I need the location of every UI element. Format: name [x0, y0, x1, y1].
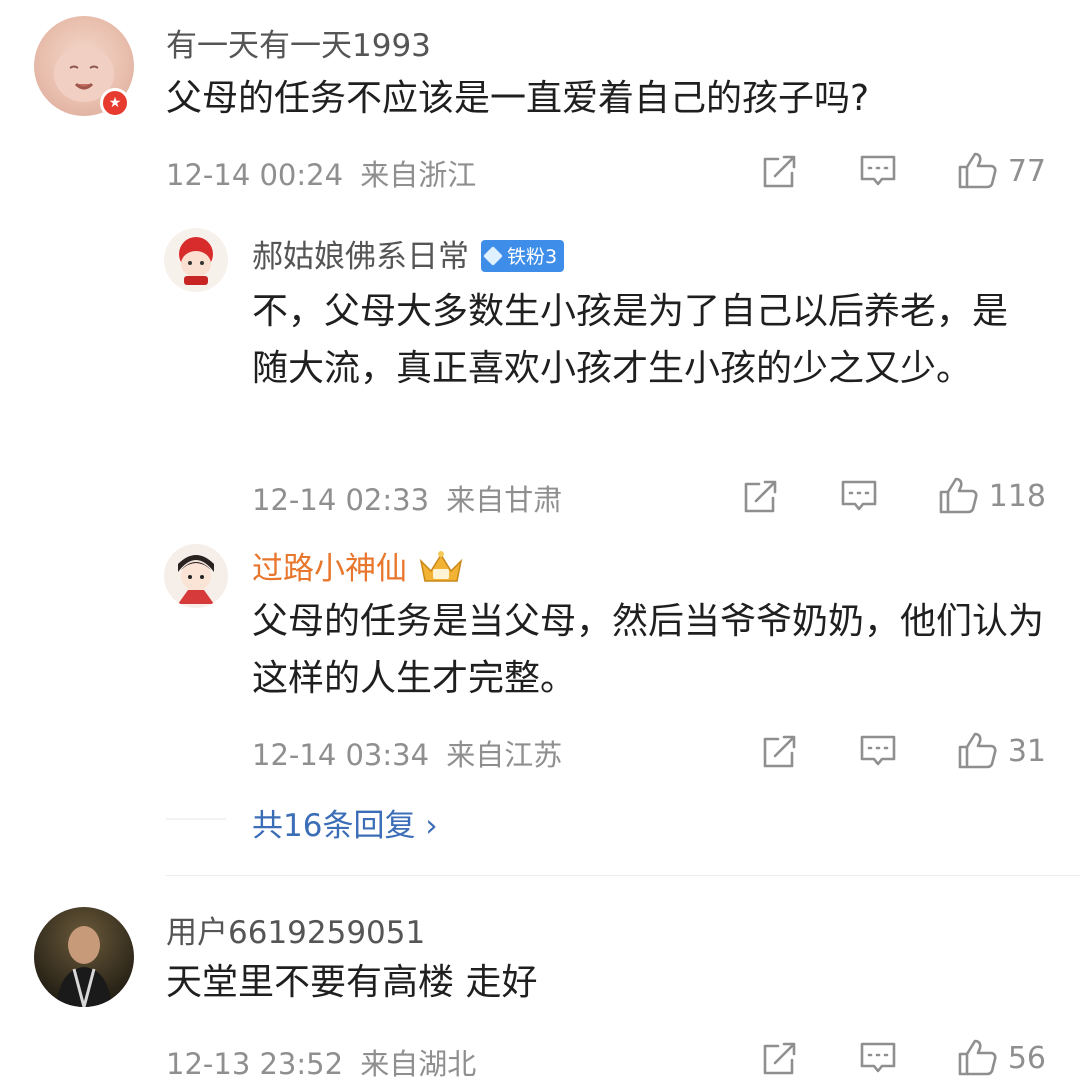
- like-icon: [939, 477, 978, 514]
- like-button[interactable]: 118: [937, 475, 1046, 517]
- comment-icon: [841, 480, 877, 511]
- share-button[interactable]: [760, 151, 800, 191]
- reply-actions: 118: [741, 474, 1046, 518]
- man-avatar-icon: [56, 926, 112, 1007]
- comment-item: ★ 有一天有一天1993 父母的任务不应该是一直爱着自己的孩子吗? 12-14 …: [0, 0, 1080, 880]
- reply-actions: 31: [760, 729, 1046, 773]
- comment-icon: [860, 735, 896, 766]
- comment-location: 来自湖北: [360, 1047, 477, 1080]
- reply-username-text[interactable]: 郝姑娘佛系日常: [252, 239, 469, 275]
- girl-avatar-icon: [179, 237, 213, 285]
- share-icon: [763, 1042, 796, 1075]
- like-button[interactable]: 31: [956, 730, 1046, 772]
- comment-meta: 12-13 23:52 来自湖北: [166, 1041, 476, 1080]
- reply-time: 12-14 02:33: [252, 483, 430, 517]
- fan-badge-gem-icon: [483, 245, 503, 266]
- share-icon: [763, 155, 796, 188]
- comment-actions: 77: [760, 149, 1046, 193]
- avatar[interactable]: [34, 907, 134, 1007]
- comment-item: 用户6619259051 天堂里不要有高楼 走好 12-13 23:52 来自湖…: [0, 880, 1080, 1080]
- comment-icon: [860, 1042, 896, 1073]
- more-replies-link[interactable]: 共16条回复 ›: [252, 800, 438, 845]
- reply-text: 不，父母大多数生小孩是为了自己以后养老，是随大流，真正喜欢小孩才生小孩的少之又少…: [252, 291, 1009, 389]
- reply-time: 12-14 03:34: [252, 738, 430, 772]
- like-icon: [958, 1039, 997, 1076]
- reply-text: 父母的任务是当父母，然后当爷爷奶奶，他们认为这样的人生才完整。: [252, 601, 1045, 699]
- reply-button[interactable]: [858, 1038, 898, 1078]
- reply-username[interactable]: 过路小神仙: [252, 543, 465, 590]
- divider: [166, 818, 226, 820]
- reply-meta: 12-14 02:33 来自甘肃: [252, 477, 562, 519]
- like-button[interactable]: 56: [956, 1037, 1046, 1079]
- share-button[interactable]: [741, 476, 781, 516]
- share-button[interactable]: [760, 731, 800, 771]
- comment-time: 12-13 23:52: [166, 1047, 344, 1080]
- verified-badge-icon: ★: [100, 88, 130, 118]
- fan-badge-label: 铁粉3: [507, 246, 558, 268]
- comment-icon: [860, 155, 896, 186]
- comment-time: 12-14 00:24: [166, 158, 344, 192]
- like-count: 31: [1007, 733, 1046, 769]
- divider: [166, 875, 1080, 876]
- like-count: 77: [1007, 153, 1046, 189]
- comment-text: 父母的任务不应该是一直爱着自己的孩子吗?: [166, 78, 870, 119]
- reply-location: 来自甘肃: [446, 483, 563, 517]
- reply-meta: 12-14 03:34 来自江苏: [252, 732, 562, 774]
- fan-badge: 铁粉3: [481, 239, 565, 272]
- comment-text: 天堂里不要有高楼 走好: [166, 962, 538, 1003]
- reply-username-text[interactable]: 过路小神仙: [252, 551, 407, 587]
- reply-button[interactable]: [839, 476, 879, 516]
- comment-meta: 12-14 00:24 来自浙江: [166, 152, 476, 194]
- reply-button[interactable]: [858, 731, 898, 771]
- comment-location: 来自浙江: [360, 158, 477, 192]
- like-button[interactable]: 77: [956, 150, 1046, 192]
- share-icon: [744, 480, 777, 513]
- vip-crown-icon: [419, 550, 463, 582]
- comment-username[interactable]: 用户6619259051: [166, 907, 425, 952]
- like-count: 118: [988, 478, 1046, 514]
- boy-avatar-icon: [178, 555, 214, 604]
- comment-username[interactable]: 有一天有一天1993: [166, 20, 431, 65]
- reply-location: 来自江苏: [446, 738, 563, 772]
- comment-actions: 56: [760, 1036, 1046, 1080]
- share-button[interactable]: [760, 1038, 800, 1078]
- like-count: 56: [1007, 1040, 1046, 1076]
- avatar[interactable]: [164, 228, 228, 292]
- reply-button[interactable]: [858, 151, 898, 191]
- share-icon: [763, 735, 796, 768]
- reply-username[interactable]: 郝姑娘佛系日常 铁粉3: [252, 231, 565, 276]
- avatar[interactable]: [164, 544, 228, 608]
- like-icon: [958, 732, 997, 769]
- like-icon: [958, 152, 997, 189]
